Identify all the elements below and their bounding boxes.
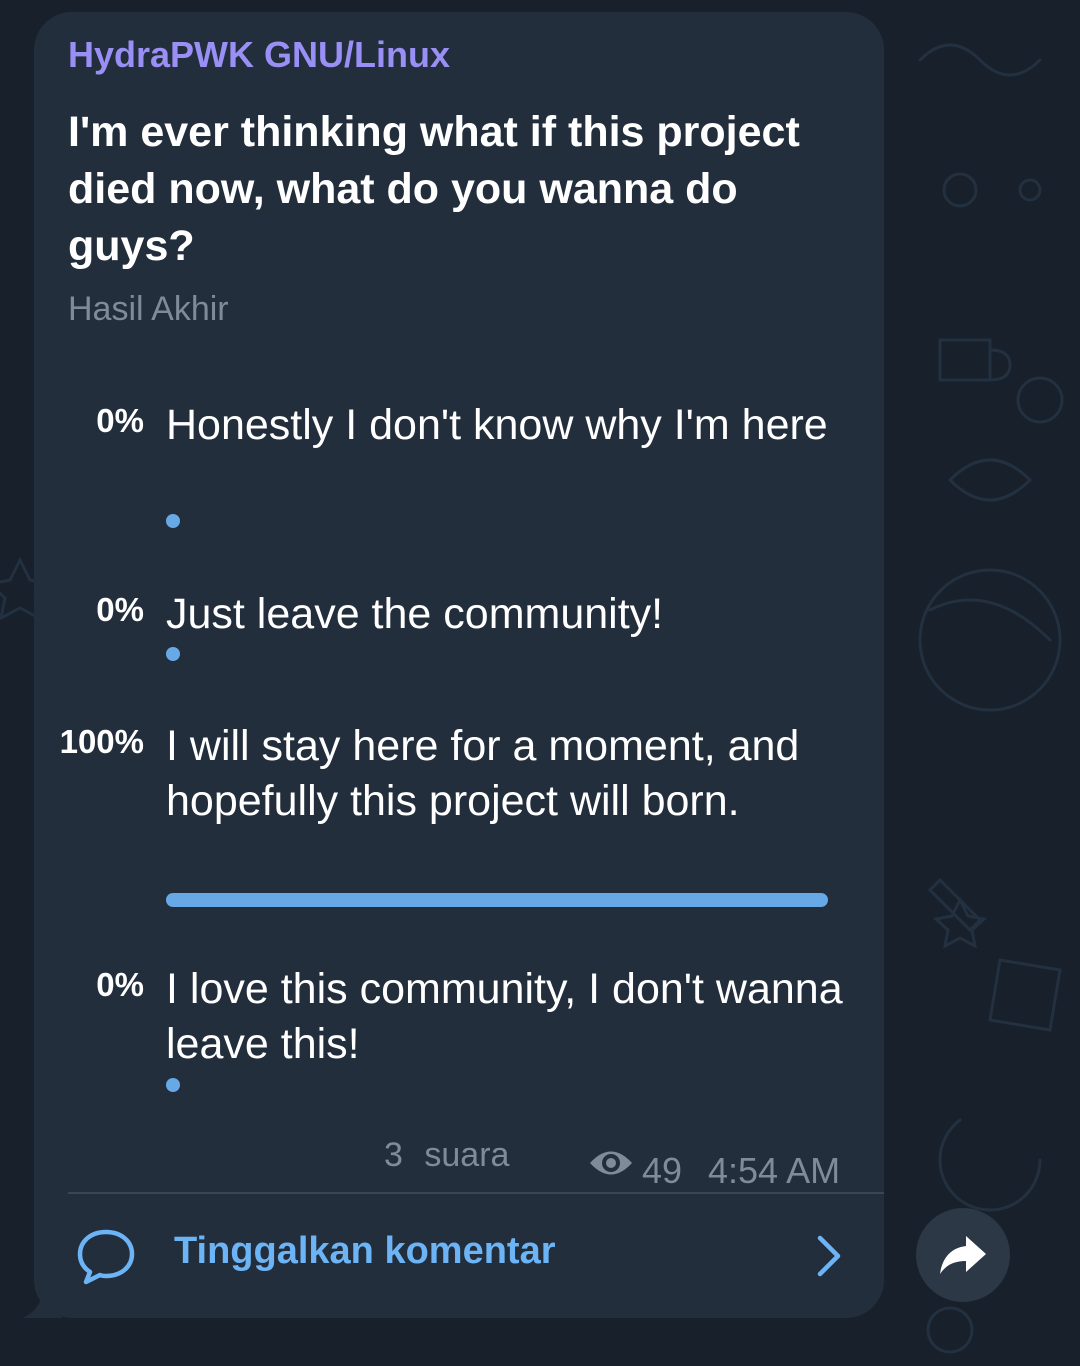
message-time: 4:54 AM bbox=[708, 1150, 841, 1191]
poll-option-result-bar bbox=[166, 647, 180, 661]
leave-comment-button[interactable]: Tinggalkan komentar bbox=[34, 1196, 884, 1314]
vote-count-number: 3 bbox=[384, 1136, 403, 1174]
speech-bubble-icon bbox=[77, 1229, 135, 1285]
poll-option-text: I will stay here for a moment, and hopef… bbox=[166, 722, 800, 825]
poll-option[interactable]: 0% I love this community, I don't wanna … bbox=[34, 962, 884, 1102]
channel-name[interactable]: HydraPWK GNU/Linux bbox=[68, 34, 450, 76]
poll-status-label: Hasil Akhir bbox=[68, 290, 229, 328]
poll-option-text: Just leave the community! bbox=[166, 590, 664, 638]
poll-option[interactable]: 100% I will stay here for a moment, and … bbox=[34, 719, 884, 919]
leave-comment-label: Tinggalkan komentar bbox=[174, 1230, 556, 1272]
poll-option-percent: 0% bbox=[96, 966, 144, 1003]
poll-option-result-bar bbox=[166, 514, 180, 528]
poll-option-result-bar bbox=[166, 893, 828, 907]
chevron-right-icon bbox=[817, 1235, 841, 1277]
poll-option[interactable]: 0% Just leave the community! bbox=[34, 587, 884, 677]
share-button[interactable] bbox=[916, 1208, 1010, 1302]
poll-question: I'm ever thinking what if this project d… bbox=[68, 108, 800, 270]
poll-option-percent: 100% bbox=[59, 723, 144, 760]
poll-option[interactable]: 0% Honestly I don't know why I'm here bbox=[34, 398, 884, 538]
view-count: 49 bbox=[642, 1150, 683, 1191]
comments-divider bbox=[68, 1192, 884, 1194]
poll-option-text: I love this community, I don't wanna lea… bbox=[166, 965, 843, 1068]
eye-icon bbox=[590, 1151, 632, 1175]
message-footer: 3 suara 49 4:54 AM bbox=[34, 1132, 884, 1192]
poll-option-percent: 0% bbox=[96, 591, 144, 628]
share-arrow-icon bbox=[940, 1236, 986, 1274]
vote-count-label: suara bbox=[424, 1136, 510, 1174]
vote-count[interactable]: 3 suara bbox=[384, 1136, 509, 1175]
poll-message-bubble: HydraPWK GNU/Linux I'm ever thinking wha… bbox=[34, 12, 884, 1318]
poll-option-text: Honestly I don't know why I'm here bbox=[166, 401, 828, 449]
poll-option-result-bar bbox=[166, 1078, 180, 1092]
poll-option-percent: 0% bbox=[96, 402, 144, 439]
